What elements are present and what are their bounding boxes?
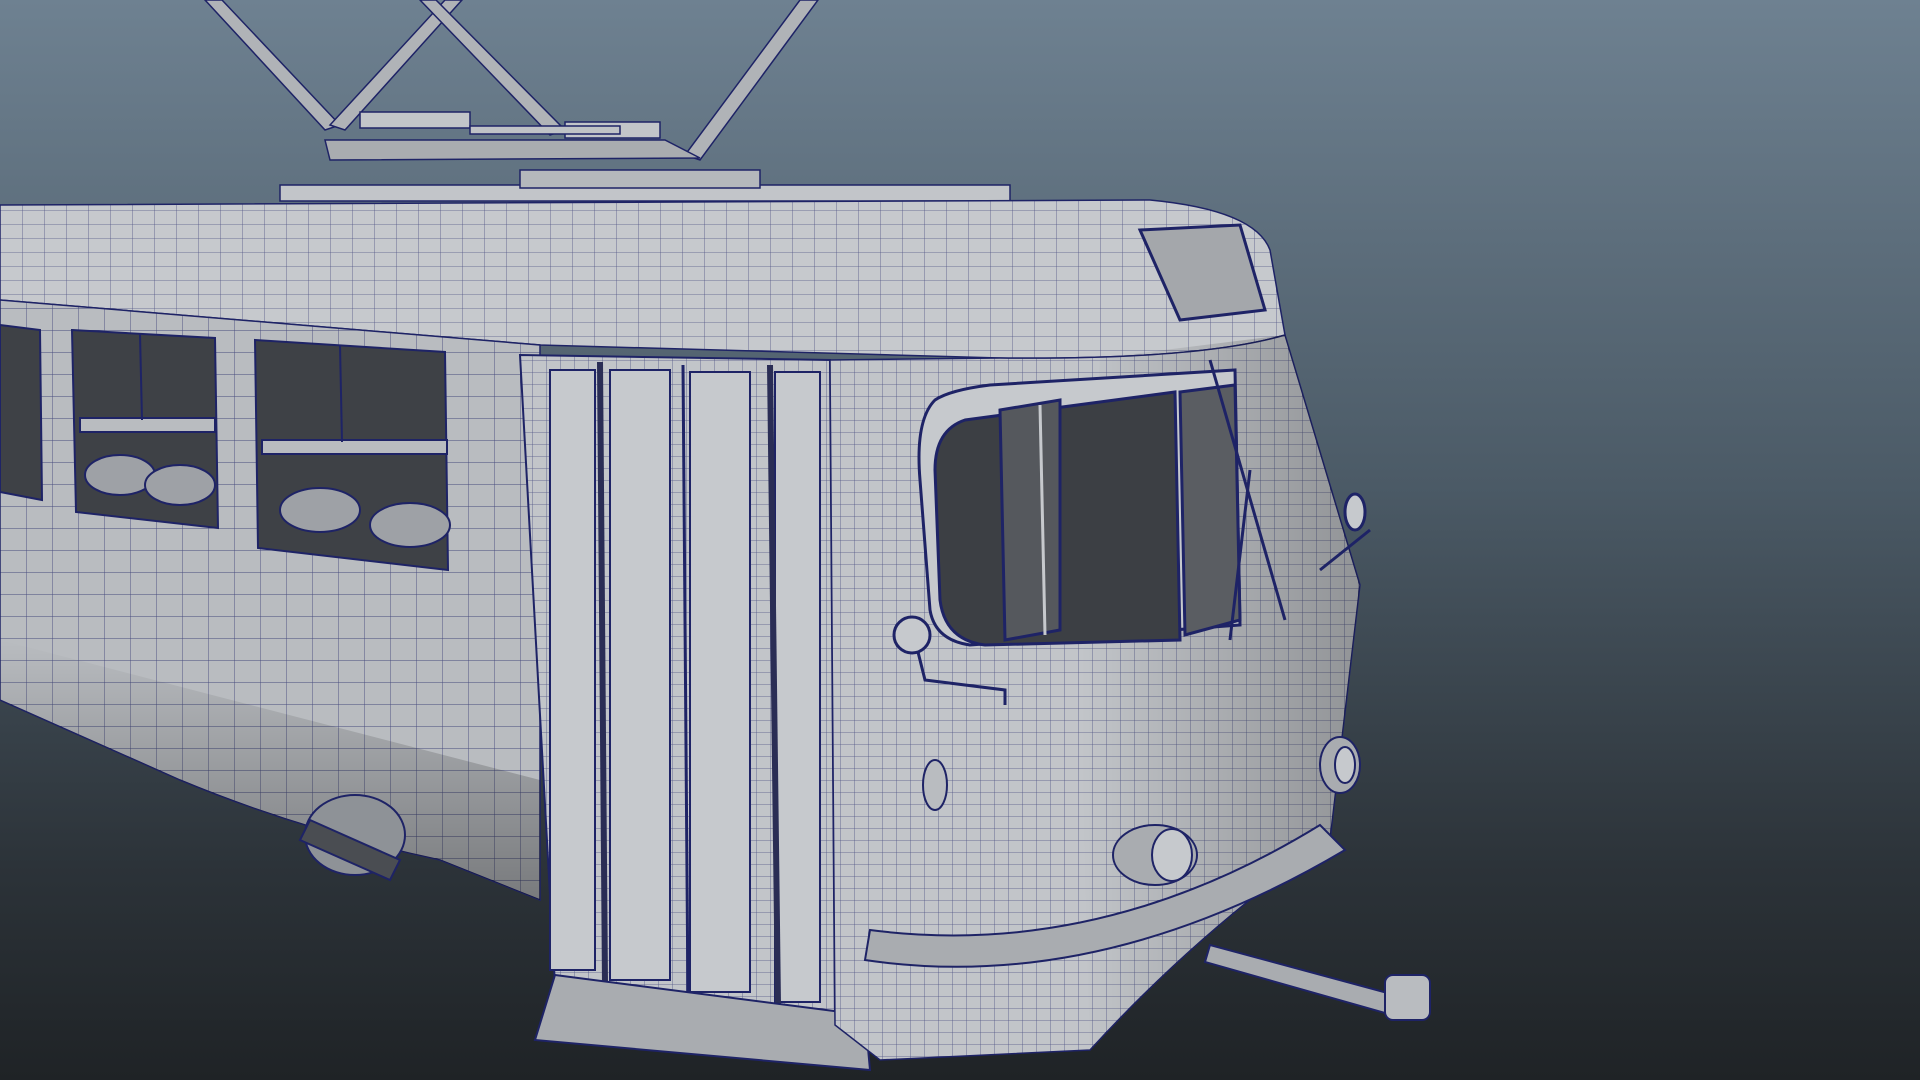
coupler bbox=[1203, 943, 1431, 1021]
tram-door[interactable] bbox=[518, 353, 872, 1072]
3d-viewport[interactable] bbox=[0, 0, 1920, 1080]
tram-wireframe-model[interactable] bbox=[0, 0, 1920, 1080]
pantograph[interactable] bbox=[203, 0, 1011, 202]
